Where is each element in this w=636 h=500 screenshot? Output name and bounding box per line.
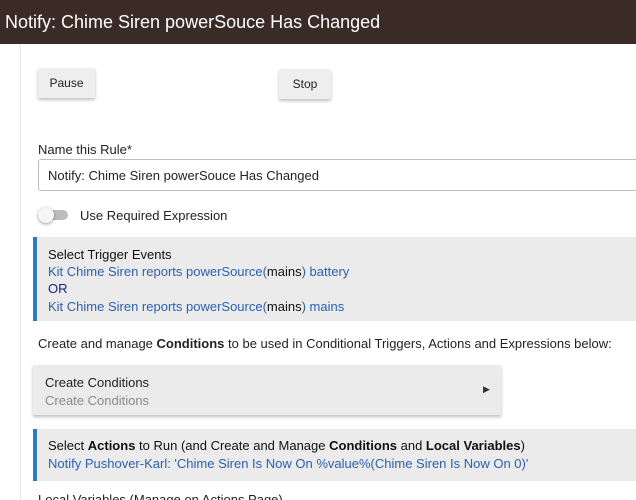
conditions-description: Create and manage Conditions to be used … xyxy=(38,336,612,351)
local-variables-label: Local Variables (Manage on Actions Page) xyxy=(38,492,283,500)
trigger-events-panel[interactable]: Select Trigger Events Kit Chime Siren re… xyxy=(33,237,636,321)
rule-name-input[interactable] xyxy=(38,159,636,191)
create-conditions-title: Create Conditions xyxy=(45,375,150,390)
action-item[interactable]: Notify Pushover-Karl: 'Chime Siren Is No… xyxy=(48,456,528,471)
trigger-item[interactable]: Kit Chime Siren reports powerSource(main… xyxy=(48,264,349,279)
actions-heading: Select Actions to Run (and Create and Ma… xyxy=(48,438,525,453)
trigger-events-heading: Select Trigger Events xyxy=(48,247,172,262)
page-title: Notify: Chime Siren powerSouce Has Chang… xyxy=(0,0,636,44)
create-conditions-button[interactable]: Create Conditions Create Conditions ▶ xyxy=(33,365,501,415)
trigger-item[interactable]: Kit Chime Siren reports powerSource(main… xyxy=(48,299,344,314)
create-conditions-subtitle: Create Conditions xyxy=(45,393,150,408)
pause-button[interactable]: Pause xyxy=(38,68,95,98)
triangle-right-icon: ▶ xyxy=(483,384,490,394)
trigger-or-separator: OR xyxy=(48,281,68,296)
required-expression-label: Use Required Expression xyxy=(80,208,228,223)
stop-button[interactable]: Stop xyxy=(279,69,331,99)
actions-panel[interactable]: Select Actions to Run (and Create and Ma… xyxy=(33,429,636,481)
rule-name-label: Name this Rule* xyxy=(38,142,132,157)
content-divider xyxy=(20,44,21,500)
required-expression-toggle[interactable] xyxy=(38,207,68,223)
toggle-knob xyxy=(38,207,54,223)
